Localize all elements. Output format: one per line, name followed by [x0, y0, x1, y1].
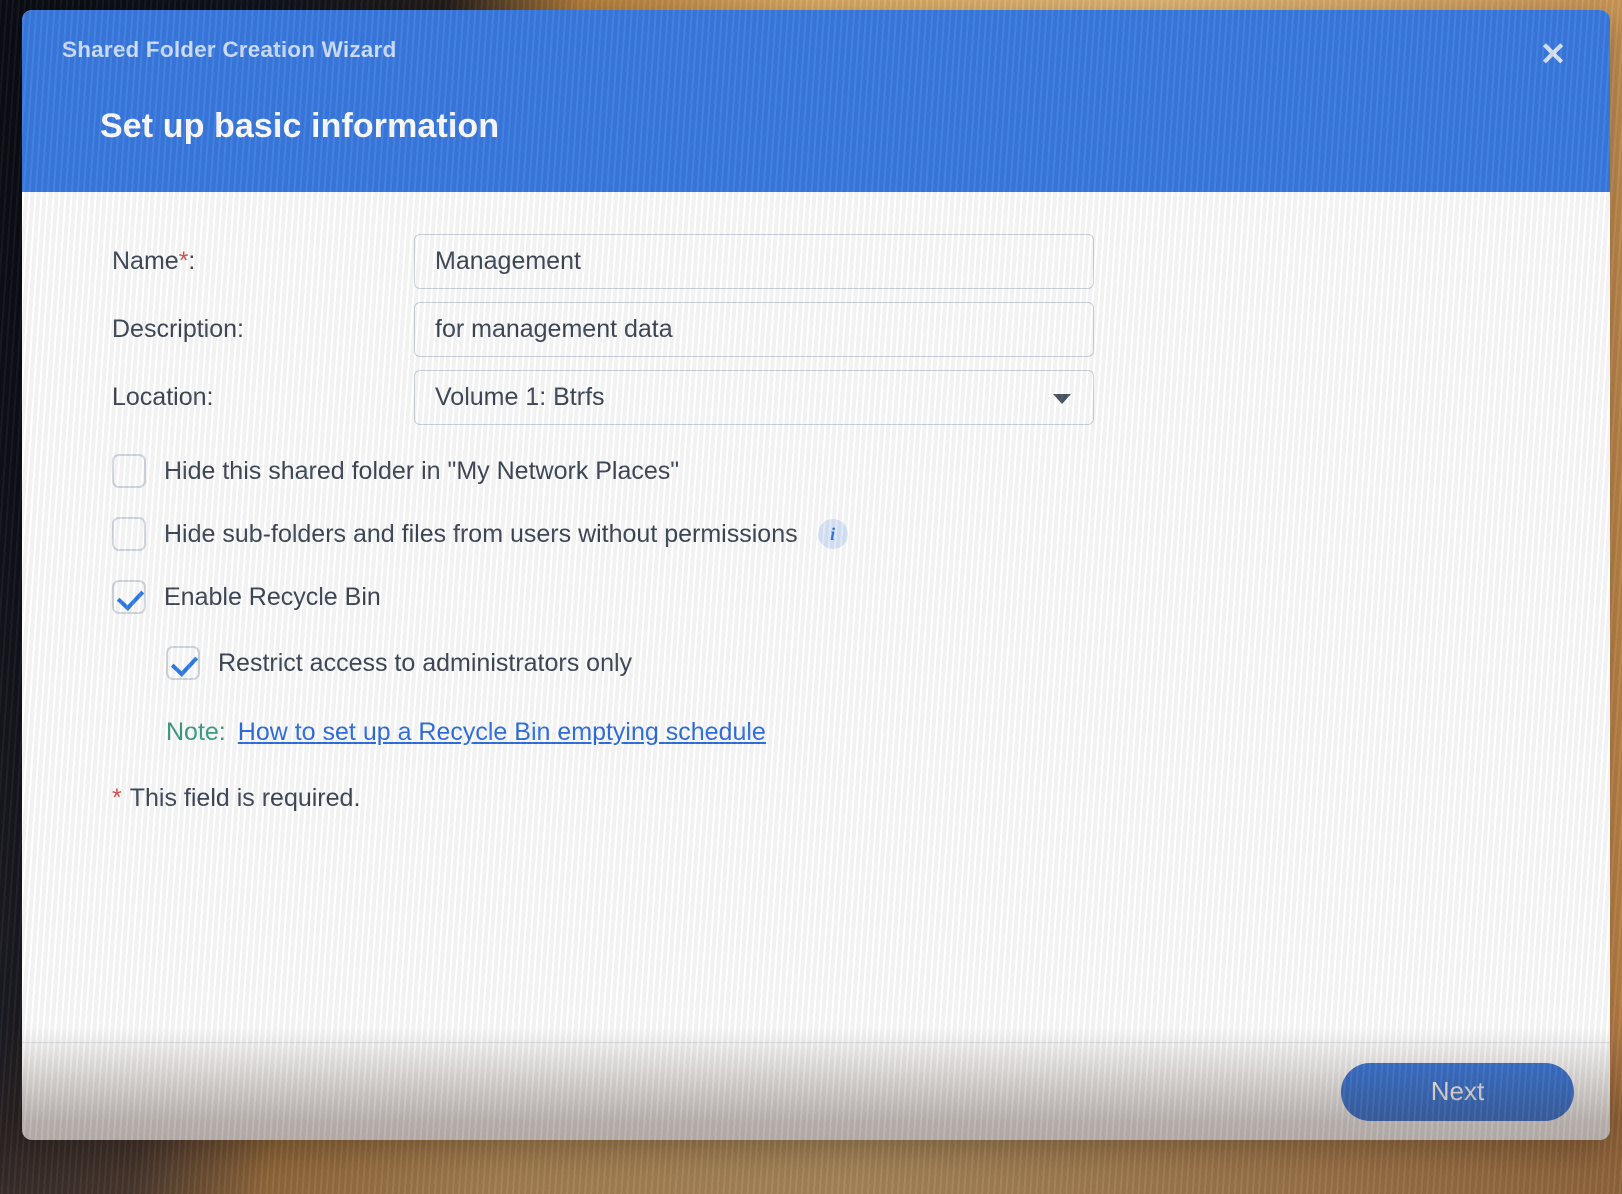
shared-folder-creation-wizard-dialog: Shared Folder Creation Wizard Set up bas… [22, 10, 1610, 1140]
hide-subfolders-checkbox[interactable] [112, 517, 146, 551]
desktop-wallpaper: Shared Folder Creation Wizard Set up bas… [0, 0, 1622, 1194]
name-label: Name*: [56, 247, 414, 276]
page-title: Set up basic information [56, 107, 1576, 146]
restrict-admins-label: Restrict access to administrators only [218, 649, 632, 678]
location-label: Location: [56, 383, 414, 412]
recycle-bin-schedule-link[interactable]: How to set up a Recycle Bin emptying sch… [238, 718, 766, 747]
location-select[interactable]: Volume 1: Btrfs [414, 370, 1094, 425]
next-button[interactable]: Next [1341, 1063, 1574, 1121]
name-label-colon: : [188, 247, 195, 275]
name-row: Name*: [56, 234, 1576, 289]
dialog-body: Name*: Description: Location: Volume 1: … [22, 192, 1610, 1042]
dialog-header: Shared Folder Creation Wizard Set up bas… [22, 10, 1610, 192]
enable-recycle-bin-row: Enable Recycle Bin [56, 580, 1576, 614]
description-label: Description: [56, 315, 414, 344]
hide-subfolders-label: Hide sub-folders and files from users wi… [164, 520, 798, 549]
restrict-admins-checkbox[interactable] [166, 646, 200, 680]
description-input[interactable] [414, 302, 1094, 357]
restrict-admins-row: Restrict access to administrators only [56, 646, 1576, 680]
name-label-text: Name [112, 247, 179, 275]
dialog-footer: Next [22, 1042, 1610, 1140]
close-icon[interactable]: ✕ [1534, 36, 1572, 74]
required-note-text: This field is required. [130, 784, 361, 812]
required-asterisk: * [179, 247, 189, 275]
location-selected-value: Volume 1: Btrfs [435, 383, 605, 412]
enable-recycle-bin-checkbox[interactable] [112, 580, 146, 614]
chevron-down-icon [1053, 394, 1071, 404]
hide-in-network-places-row: Hide this shared folder in "My Network P… [56, 454, 1576, 488]
required-field-note: * This field is required. [56, 784, 1576, 813]
hide-in-network-places-checkbox[interactable] [112, 454, 146, 488]
required-note-asterisk: * [112, 784, 122, 812]
hide-in-network-places-label: Hide this shared folder in "My Network P… [164, 457, 679, 486]
note-row: Note: How to set up a Recycle Bin emptyi… [56, 718, 1576, 747]
enable-recycle-bin-label: Enable Recycle Bin [164, 583, 381, 612]
description-row: Description: [56, 302, 1576, 357]
note-label: Note: [166, 718, 226, 747]
location-row: Location: Volume 1: Btrfs [56, 370, 1576, 425]
wizard-title: Shared Folder Creation Wizard [56, 36, 1576, 63]
hide-subfolders-row: Hide sub-folders and files from users wi… [56, 517, 1576, 551]
name-input[interactable] [414, 234, 1094, 289]
info-icon[interactable]: i [818, 519, 848, 549]
